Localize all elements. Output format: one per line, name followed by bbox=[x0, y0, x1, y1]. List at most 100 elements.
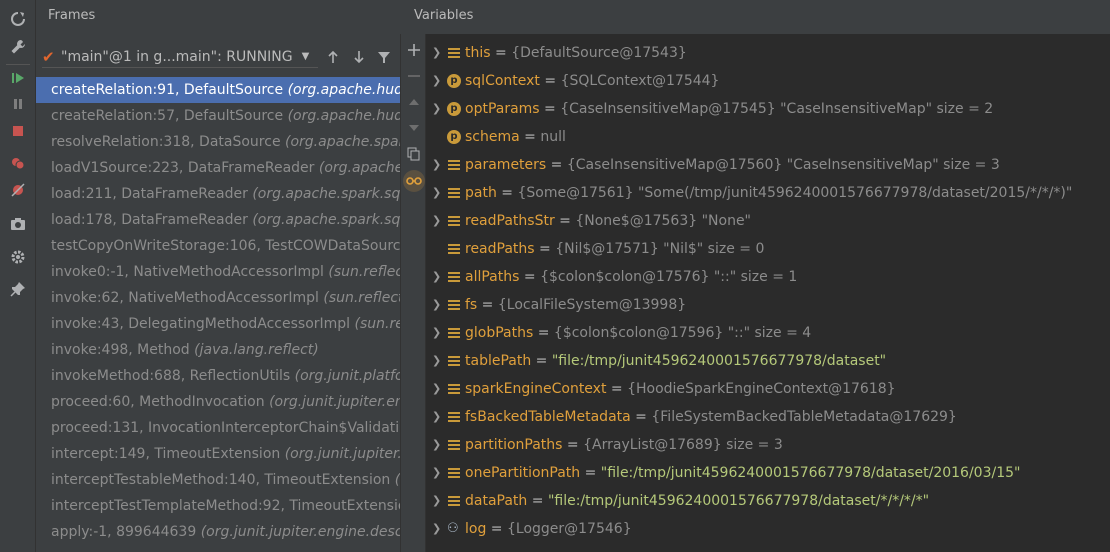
variable-list: ❯ this = {DefaultSource@17543} ❯ p sqlContex… bbox=[427, 39, 1110, 543]
frame-row[interactable]: proceed:131, InvocationInterceptorChain$… bbox=[36, 415, 400, 441]
frame-row[interactable]: invoke:498, Method (java.lang.reflect) bbox=[36, 337, 400, 363]
frame-row[interactable]: interceptTestableMethod:140, TimeoutExte… bbox=[36, 467, 400, 493]
expand-arrow-icon[interactable]: ❯ bbox=[432, 375, 444, 403]
variable-name: dataPath bbox=[465, 493, 528, 509]
variable-name: tablePath bbox=[465, 353, 532, 369]
variable-value: {DefaultSource@17543} bbox=[511, 45, 687, 61]
mute-breakpoints-icon[interactable] bbox=[8, 180, 28, 200]
add-watch-icon[interactable] bbox=[405, 41, 423, 59]
resume-icon[interactable] bbox=[8, 68, 28, 88]
filter-icon[interactable] bbox=[375, 48, 393, 66]
expand-arrow-icon[interactable]: ❯ bbox=[432, 179, 444, 207]
frame-package: (sun.reflect) bbox=[323, 290, 400, 306]
frame-row[interactable]: apply:-1, 899644639 (org.junit.jupiter.e… bbox=[36, 519, 400, 545]
frame-package: (org.apache.hudi) bbox=[287, 82, 400, 98]
frame-row[interactable]: proceed:60, MethodInvocation (org.junit.… bbox=[36, 389, 400, 415]
variable-row[interactable]: ❯ p optParams = {CaseInsensitiveMap@17545}… bbox=[427, 95, 1110, 123]
restart-icon[interactable] bbox=[8, 9, 28, 29]
variable-value: "file:/tmp/junit4596240001576677978/data… bbox=[600, 465, 1021, 481]
variable-text: path = {Some@17561} "Some(/tmp/junit4596… bbox=[465, 179, 1072, 207]
variable-value: {HoodieSparkEngineContext@17618} bbox=[627, 381, 896, 397]
frame-method: testCopyOnWriteStorage:106, TestCOWDataS… bbox=[51, 238, 400, 254]
equals-sign: = bbox=[533, 325, 554, 341]
variable-row[interactable]: ❯ dataPath = "file:/tmp/junit459624000157… bbox=[427, 487, 1110, 515]
variable-row[interactable]: ❯ p sqlContext = {SQLContext@17544} bbox=[427, 67, 1110, 95]
frame-row[interactable]: loadV1Source:223, DataFrameReader (org.a… bbox=[36, 155, 400, 181]
variable-row[interactable]: ❯ onePartitionPath = "file:/tmp/junit4596… bbox=[427, 459, 1110, 487]
expand-arrow-icon[interactable]: ❯ bbox=[432, 319, 444, 347]
arrow-down-icon[interactable] bbox=[350, 48, 368, 66]
variable-name: sparkEngineContext bbox=[465, 381, 607, 397]
stop-icon[interactable] bbox=[8, 121, 28, 141]
expand-arrow-icon[interactable]: ❯ bbox=[432, 67, 444, 95]
expand-arrow-icon[interactable]: ❯ bbox=[432, 291, 444, 319]
expand-arrow-icon[interactable]: ❯ bbox=[432, 151, 444, 179]
variable-row[interactable]: ❯ globPaths = {$colon$colon@17596} "::" s… bbox=[427, 319, 1110, 347]
variable-row[interactable]: ❯ fsBackedTableMetadata = {FileSystemBack… bbox=[427, 403, 1110, 431]
frame-row[interactable]: invoke0:-1, NativeMethodAccessorImpl (su… bbox=[36, 259, 400, 285]
frame-row[interactable]: intercept:149, TimeoutExtension (org.jun… bbox=[36, 441, 400, 467]
variable-row[interactable]: ❯ sparkEngineContext = {HoodieSparkEngine… bbox=[427, 375, 1110, 403]
frame-method: createRelation:91, DefaultSource bbox=[51, 82, 284, 98]
pin-icon[interactable] bbox=[8, 279, 28, 299]
frame-row[interactable]: invokeMethod:688, ReflectionUtils (org.j… bbox=[36, 363, 400, 389]
expand-arrow-icon[interactable]: ❯ bbox=[432, 403, 444, 431]
expand-arrow-icon[interactable]: ❯ bbox=[432, 207, 444, 235]
frame-row[interactable]: invoke:43, DelegatingMethodAccessorImpl … bbox=[36, 311, 400, 337]
wrench-icon[interactable] bbox=[8, 37, 28, 57]
arrow-up-icon[interactable] bbox=[324, 48, 342, 66]
move-up-icon[interactable] bbox=[405, 93, 423, 111]
variable-row[interactable]: ❯ partitionPaths = {ArrayList@17689} size… bbox=[427, 431, 1110, 459]
frame-method: invokeMethod:688, ReflectionUtils bbox=[51, 368, 291, 384]
equals-sign: = bbox=[562, 437, 584, 453]
field-icon bbox=[447, 326, 461, 340]
remove-watch-icon[interactable] bbox=[405, 67, 423, 85]
settings-icon[interactable] bbox=[8, 247, 28, 267]
frame-row[interactable]: testCopyOnWriteStorage:106, TestCOWDataS… bbox=[36, 233, 400, 259]
expand-arrow-icon[interactable]: ❯ bbox=[432, 515, 444, 543]
copy-icon[interactable] bbox=[405, 145, 423, 163]
variable-row[interactable]: ❯ parameters = {CaseInsensitiveMap@17560}… bbox=[427, 151, 1110, 179]
frame-row[interactable]: resolveRelation:318, DataSource (org.apa… bbox=[36, 129, 400, 155]
expand-arrow-icon[interactable]: ❯ bbox=[432, 487, 444, 515]
camera-icon[interactable] bbox=[8, 214, 28, 234]
variable-value: {CaseInsensitiveMap@17560} "CaseInsensit… bbox=[566, 157, 1000, 173]
variables-title: Variables bbox=[414, 8, 474, 23]
glasses-icon[interactable] bbox=[403, 170, 425, 192]
expand-arrow-icon[interactable]: ❯ bbox=[432, 459, 444, 487]
variable-row[interactable]: readPaths = {Nil$@17571} "Nil$" size = 0 bbox=[427, 235, 1110, 263]
frame-row[interactable]: invoke:62, NativeMethodAccessorImpl (sun… bbox=[36, 285, 400, 311]
variable-row[interactable]: ❯ fs = {LocalFileSystem@13998} bbox=[427, 291, 1110, 319]
expand-arrow-icon[interactable]: ❯ bbox=[432, 95, 444, 123]
variable-name: onePartitionPath bbox=[465, 465, 581, 481]
frame-list: createRelation:91, DefaultSource (org.ap… bbox=[36, 77, 400, 545]
variables-panel: ❯ this = {DefaultSource@17543} ❯ p sqlContex… bbox=[427, 34, 1110, 552]
frame-row[interactable]: createRelation:91, DefaultSource (org.ap… bbox=[36, 77, 400, 103]
variable-row[interactable]: ❯ allPaths = {$colon$colon@17576} "::" si… bbox=[427, 263, 1110, 291]
frame-row[interactable]: interceptTestTemplateMethod:92, TimeoutE… bbox=[36, 493, 400, 519]
expand-arrow-icon[interactable]: ❯ bbox=[432, 431, 444, 459]
expand-arrow-icon[interactable]: ❯ bbox=[432, 39, 444, 67]
variable-row[interactable]: ❯ tablePath = "file:/tmp/junit45962400015… bbox=[427, 347, 1110, 375]
frame-row[interactable]: load:211, DataFrameReader (org.apache.sp… bbox=[36, 181, 400, 207]
frame-row[interactable]: load:178, DataFrameReader (org.apache.sp… bbox=[36, 207, 400, 233]
view-breakpoints-icon[interactable] bbox=[8, 153, 28, 173]
variable-name: readPathsStr bbox=[465, 213, 555, 229]
variable-text: globPaths = {$colon$colon@17596} "::" si… bbox=[465, 319, 811, 347]
pause-icon[interactable] bbox=[8, 94, 28, 114]
variable-name: partitionPaths bbox=[465, 437, 563, 453]
variable-row[interactable]: ❯ ⚇ log = {Logger@17546} bbox=[427, 515, 1110, 543]
expand-arrow-icon[interactable]: ❯ bbox=[432, 347, 444, 375]
variable-row[interactable]: ❯ readPathsStr = {None$@17563} "None" bbox=[427, 207, 1110, 235]
move-down-icon[interactable] bbox=[405, 119, 423, 137]
variable-row[interactable]: ❯ path = {Some@17561} "Some(/tmp/junit459… bbox=[427, 179, 1110, 207]
expand-arrow-icon[interactable]: ❯ bbox=[432, 263, 444, 291]
variable-text: fsBackedTableMetadata = {FileSystemBacke… bbox=[465, 403, 957, 431]
frame-row[interactable]: createRelation:57, DefaultSource (org.ap… bbox=[36, 103, 400, 129]
variable-row[interactable]: p schema = null bbox=[427, 123, 1110, 151]
thread-selector[interactable]: ✔ "main"@1 in g...main": RUNNING ▼ bbox=[42, 46, 318, 68]
variable-row[interactable]: ❯ this = {DefaultSource@17543} bbox=[427, 39, 1110, 67]
frame-package: (org.apache.hudi) bbox=[287, 108, 400, 124]
frame-method: load:211, DataFrameReader bbox=[51, 186, 248, 202]
frame-method: proceed:131, InvocationInterceptorChain$… bbox=[51, 420, 400, 436]
